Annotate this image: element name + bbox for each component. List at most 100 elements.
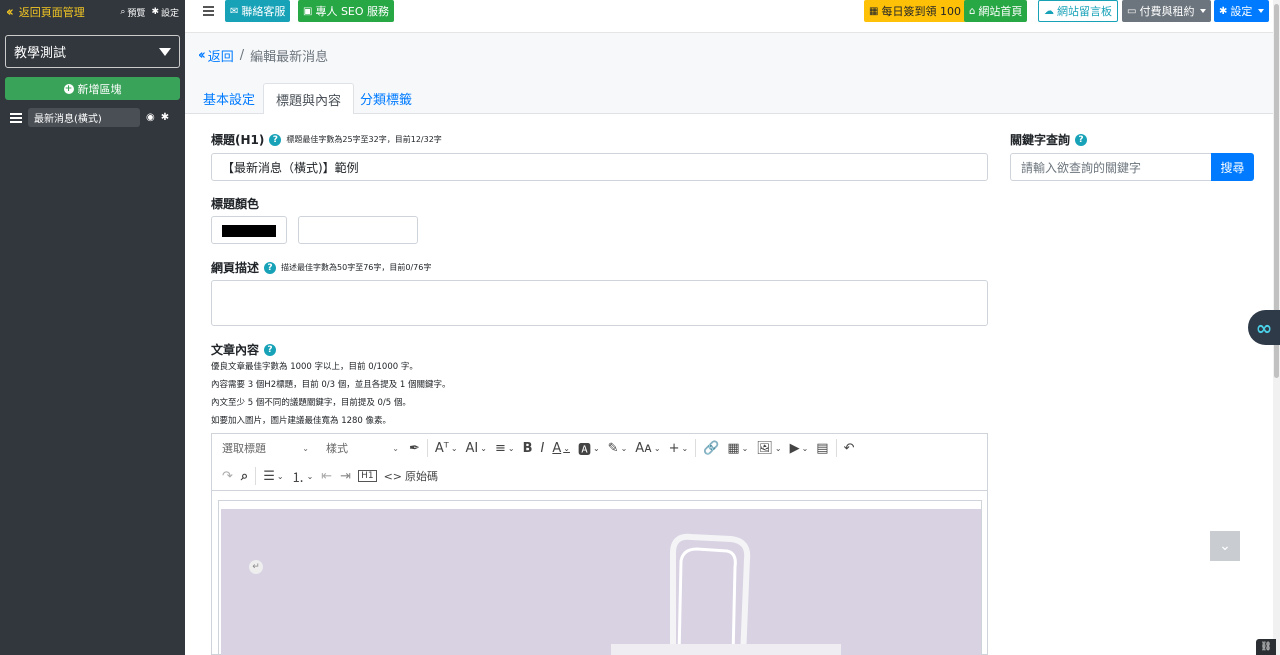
highlight-icon[interactable]: ✎ ⌄ (604, 441, 632, 456)
preview-link[interactable]: ⌕ 預覽 (120, 6, 145, 19)
toolbar-separator (695, 439, 697, 457)
title-color-picker[interactable] (211, 216, 287, 244)
redo-icon[interactable]: ↷ (218, 469, 237, 484)
drag-handle-icon[interactable] (10, 112, 22, 123)
keyword-search-button[interactable]: 搜尋 (1211, 153, 1254, 181)
style-select[interactable]: 樣式 ⌄ (315, 440, 405, 456)
source-code-button[interactable]: <> 原始碼 (380, 468, 442, 484)
help-icon[interactable]: ? (1075, 133, 1088, 146)
toolbar-separator (426, 439, 428, 457)
sidebar-header: ‹‹ 返回頁面管理 ⌕ 預覽 ✱ 設定 (0, 0, 185, 24)
title-color-text-input[interactable] (298, 216, 418, 244)
toolbar-row-1: 選取標題 ⌄ 樣式 ⌄ ✒ Aᵀ ⌄ AI ⌄ ≡ ⌄ B I A ⌄ 🅰 ⌄ ✎ ⌄ Aᴀ ⌄ … (212, 434, 858, 462)
tab-bar: 基本設定 標題與內容 分類標籤 (185, 83, 1273, 115)
calendar-icon: ▦ (869, 5, 879, 17)
toolbar-row-2: ↷ ⌕ ☰ ⌄ ⒈ ⌄ ⇤ ⇥ H1 <> 原始碼 (212, 462, 442, 490)
plus-circle-icon: + (63, 83, 74, 94)
heading-select[interactable]: 選取標題 ⌄ (212, 440, 315, 456)
envelope-icon: ✉ (230, 5, 239, 17)
line-height-icon[interactable]: AI ⌄ (462, 441, 491, 456)
infinity-icon[interactable]: ∞ (1248, 310, 1280, 345)
back-to-pages-label: 返回頁面管理 (18, 6, 85, 19)
toolbar-separator (835, 439, 837, 457)
content-note: 內容需要 3 個H2標題，目前 0/3 個，並且各提及 1 個關鍵字。 (211, 380, 451, 390)
site-select[interactable]: 教學測試 (5, 35, 180, 68)
shopping-bag-illustration (611, 533, 841, 655)
title-hint: 標題最佳字數為25字至32字，目前12/32字 (286, 135, 442, 144)
content-image[interactable] (221, 509, 981, 655)
h1-icon[interactable]: H1 (358, 470, 377, 482)
table-icon[interactable]: ▦ ⌄ (723, 441, 752, 456)
contact-support-label: 聯絡客服 (241, 5, 286, 18)
tab-basic-settings[interactable]: 基本設定 (191, 83, 267, 114)
daily-checkin-label: 每日簽到領 100 (881, 5, 961, 18)
content-label-row: 文章內容 ? (211, 341, 277, 358)
bulleted-list-icon[interactable]: ☰ ⌄ (259, 469, 287, 484)
help-icon[interactable]: ? (269, 133, 282, 146)
seo-service-label: 專人 SEO 服務 (315, 5, 390, 18)
link-chain-icon[interactable]: ⛓ (1256, 639, 1276, 655)
format-painter-icon[interactable]: ✒ (405, 441, 424, 456)
line-break-icon[interactable]: ↵ (249, 560, 263, 574)
content-label: 文章內容 (211, 343, 260, 357)
title-color-label-row: 標題顏色 (211, 195, 259, 212)
description-textarea[interactable] (211, 280, 988, 326)
preview-label: 預覽 (127, 8, 146, 19)
eye-icon[interactable]: ◉ (146, 112, 155, 123)
back-to-pages-link[interactable]: ‹‹ 返回頁面管理 (6, 4, 85, 20)
sidebar-settings-link[interactable]: ✱ 設定 (151, 6, 179, 19)
breadcrumb-back-link[interactable]: ‹‹ 返回 (198, 46, 234, 65)
italic-icon[interactable]: I (536, 441, 548, 456)
double-chevron-left-icon: ‹‹ (198, 48, 206, 63)
sidebar-settings-label: 設定 (160, 8, 179, 19)
media-icon[interactable]: ▶ ⌄ (786, 441, 813, 456)
site-home-label: 網站首頁 (978, 5, 1023, 18)
indent-icon[interactable]: ⇥ (336, 469, 355, 484)
billing-label: 付費與租約 (1139, 5, 1195, 18)
numbered-list-icon[interactable]: ⒈ ⌄ (288, 467, 318, 486)
add-block-button[interactable]: + 新增區塊 (5, 77, 180, 100)
double-chevron-left-icon: ‹‹ (6, 4, 14, 20)
background-color-icon[interactable]: 🅰 ⌄ (574, 439, 604, 458)
site-home-button[interactable]: ⌂ 網站首頁 (964, 0, 1028, 22)
home-icon: ⌂ (969, 5, 976, 17)
scroll-down-chevron-icon[interactable]: ⌄ (1210, 531, 1240, 561)
gear-icon[interactable]: ✱ (161, 112, 169, 123)
editor-toolbar: 選取標題 ⌄ 樣式 ⌄ ✒ Aᵀ ⌄ AI ⌄ ≡ ⌄ B I A ⌄ 🅰 ⌄ ✎ ⌄ Aᴀ ⌄ … (212, 434, 987, 491)
breadcrumb-separator: / (239, 48, 245, 63)
title-input[interactable]: 【最新消息（橫式)】範例 (211, 153, 988, 181)
link-icon[interactable]: 🔗 (699, 441, 723, 456)
billing-dropdown[interactable]: ▭ 付費與租約 (1122, 0, 1212, 22)
tab-title-content[interactable]: 標題與內容 (263, 83, 355, 115)
font-color-icon[interactable]: A ⌄ (548, 441, 574, 456)
guestbook-button[interactable]: ☁ 網站留言板 (1038, 0, 1118, 22)
seo-service-button[interactable]: ▣ 專人 SEO 服務 (298, 0, 395, 22)
daily-checkin-button[interactable]: ▦ 每日簽到領 100 (864, 0, 966, 22)
block-item-label[interactable]: 最新消息(橫式) (28, 108, 140, 127)
style-select-value: 樣式 (326, 442, 348, 455)
tab-category-tags[interactable]: 分類標籤 (348, 83, 424, 114)
undo-icon[interactable]: ↶ (840, 441, 859, 456)
content-note: 內文至少 5 個不同的議題關鍵字，目前提及 0/5 個。 (211, 398, 411, 408)
menu-toggle-icon[interactable] (203, 6, 214, 16)
find-replace-icon[interactable]: ⌕ (237, 469, 252, 484)
keyword-search-input[interactable]: 請輸入欲查詢的關鍵字 (1010, 153, 1212, 181)
image-upload-icon[interactable]: 🖼 ⌄ (752, 441, 785, 456)
insert-plus-icon[interactable]: + ⌄ (665, 441, 693, 456)
outdent-icon[interactable]: ⇤ (317, 469, 336, 484)
template-icon[interactable]: ▤ (812, 441, 832, 456)
content-note: 如要加入圖片，圖片建議最佳寬為 1280 像素。 (211, 416, 392, 426)
contact-support-button[interactable]: ✉ 聯絡客服 (225, 0, 291, 22)
align-icon[interactable]: ≡ ⌄ (491, 441, 519, 456)
editor-content-area[interactable]: ↵ (218, 500, 982, 655)
font-size-icon[interactable]: Aᵀ ⌄ (431, 441, 462, 456)
caret-down-icon (159, 47, 171, 56)
help-icon[interactable]: ? (264, 343, 277, 356)
text-case-icon[interactable]: Aᴀ ⌄ (631, 441, 664, 456)
bold-icon[interactable]: B (519, 441, 537, 456)
block-item[interactable]: 最新消息(橫式) ◉ ✱ (10, 108, 185, 127)
settings-dropdown[interactable]: ✱ 設定 (1214, 0, 1270, 22)
caret-down-icon (1258, 9, 1265, 13)
top-bar: ✉ 聯絡客服 ▣ 專人 SEO 服務 ▦ 每日簽到領 100 ⌂ 網站首頁 ☁ … (185, 0, 1273, 33)
help-icon[interactable]: ? (264, 261, 277, 274)
